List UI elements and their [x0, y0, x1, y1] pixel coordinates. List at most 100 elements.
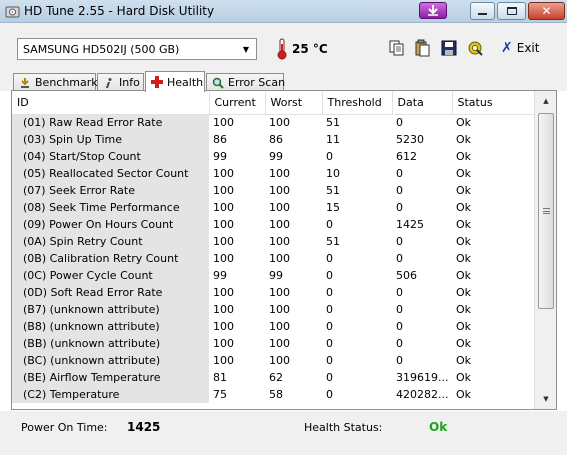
health-cross-icon — [151, 76, 163, 88]
table-row[interactable]: (BB) (unknown attribute) 100 100 0 0 Ok — [12, 335, 534, 352]
table-cell: 15 — [326, 201, 340, 214]
table-cell: 100 — [213, 252, 234, 265]
table-row[interactable]: (0B) Calibration Retry Count 100 100 0 0 Ok — [12, 250, 534, 267]
table-cell: 100 — [213, 320, 234, 333]
column-header[interactable]: Worst — [265, 91, 323, 115]
table-row[interactable]: (04) Start/Stop Count 99 99 0 612 Ok — [12, 148, 534, 165]
table-row[interactable]: (0D) Soft Read Error Rate 100 100 0 0 Ok — [12, 284, 534, 301]
table-cell: 0 — [396, 354, 403, 367]
table-row[interactable]: (09) Power On Hours Count 100 100 0 1425 Ok — [12, 216, 534, 233]
table-cell: 0 — [396, 286, 403, 299]
table-cell: 100 — [269, 116, 290, 130]
tab-health[interactable]: Health — [145, 71, 205, 92]
column-header[interactable]: Status — [452, 91, 534, 115]
table-cell: Ok — [456, 133, 472, 146]
table-cell: Ok — [456, 354, 472, 367]
table-cell: 86 — [213, 133, 227, 146]
table-row[interactable]: (0C) Power Cycle Count 99 99 0 506 Ok — [12, 267, 534, 284]
table-cell: 100 — [213, 201, 234, 214]
table-cell: 100 — [269, 303, 290, 316]
smart-attributes-table: ID Current Worst Threshold Data Status (… — [12, 91, 534, 403]
power-on-label: Power On Time: — [21, 421, 108, 434]
table-cell: 75 — [213, 388, 227, 401]
table-cell: (0B) Calibration Retry Count — [12, 250, 209, 267]
close-button[interactable]: ✕ — [528, 2, 565, 20]
chevron-down-icon: ▼ — [242, 44, 250, 54]
table-row[interactable]: (03) Spin Up Time 86 86 11 5230 Ok — [12, 131, 534, 148]
table-cell: 0 — [326, 286, 333, 299]
table-cell: 100 — [213, 116, 234, 130]
table-cell: Ok — [456, 167, 472, 180]
vertical-scrollbar[interactable]: ▲ ▼ — [534, 91, 556, 409]
table-cell: 81 — [213, 371, 227, 384]
table-cell: 58 — [269, 388, 283, 401]
health-status-label: Health Status: — [304, 421, 383, 434]
table-cell: 100 — [269, 320, 290, 333]
table-cell: 0 — [396, 337, 403, 350]
scroll-down-arrow-icon[interactable]: ▼ — [538, 391, 554, 407]
table-cell: 0 — [326, 218, 333, 231]
column-header[interactable]: ID — [12, 91, 210, 115]
exit-button[interactable]: ✗ Exit — [501, 37, 551, 59]
column-header[interactable]: Threshold — [322, 91, 393, 115]
drive-select-value: SAMSUNG HD502IJ (500 GB) — [23, 42, 180, 56]
maximize-button[interactable] — [497, 2, 526, 20]
scroll-up-arrow-icon[interactable]: ▲ — [538, 93, 554, 109]
health-panel: ID Current Worst Threshold Data Status (… — [11, 90, 557, 410]
toolbar: SAMSUNG HD502IJ (500 GB) ▼ 25 °C ✗ Exit — [0, 23, 567, 71]
table-cell: 99 — [269, 269, 283, 282]
table-cell: 100 — [269, 252, 290, 265]
table-cell: (BE) Airflow Temperature — [12, 369, 209, 386]
table-row[interactable]: (BC) (unknown attribute) 100 100 0 0 Ok — [12, 352, 534, 369]
scrollbar-thumb[interactable] — [538, 113, 554, 309]
table-row[interactable]: (07) Seek Error Rate 100 100 51 0 Ok — [12, 182, 534, 199]
copy-icon[interactable] — [386, 37, 408, 59]
table-cell: 51 — [326, 116, 340, 130]
table-cell: 100 — [269, 337, 290, 350]
table-cell: Ok — [456, 337, 472, 350]
table-row[interactable]: (C2) Temperature 75 58 0 420282... Ok — [12, 386, 534, 403]
minimize-icon — [478, 13, 487, 15]
table-cell: 100 — [269, 286, 290, 299]
table-row[interactable]: (B7) (unknown attribute) 100 100 0 0 Ok — [12, 301, 534, 318]
table-cell: 0 — [396, 252, 403, 265]
thermometer-icon — [276, 38, 288, 60]
table-cell: 0 — [326, 388, 333, 401]
download-icon[interactable] — [419, 2, 447, 19]
table-cell: 51 — [326, 235, 340, 248]
paste-icon[interactable] — [412, 37, 434, 59]
table-cell: Ok — [456, 235, 472, 248]
save-icon[interactable] — [438, 37, 460, 59]
table-cell: Ok — [456, 218, 472, 231]
table-cell: 0 — [326, 150, 333, 163]
exit-label: Exit — [516, 41, 540, 55]
table-header-row: ID Current Worst Threshold Data Status — [12, 91, 534, 115]
minimize-button[interactable] — [470, 2, 495, 20]
table-cell: 86 — [269, 133, 283, 146]
drive-select[interactable]: SAMSUNG HD502IJ (500 GB) ▼ — [17, 38, 257, 60]
tab-error-scan[interactable]: Error Scan — [206, 73, 285, 91]
maximize-icon — [506, 7, 517, 15]
table-cell: 100 — [269, 235, 290, 248]
table-cell: Ok — [456, 269, 472, 282]
tab-info[interactable]: Info — [97, 73, 144, 91]
table-cell: 100 — [213, 218, 234, 231]
table-row[interactable]: (BE) Airflow Temperature 81 62 0 319619... Ok — [12, 369, 534, 386]
table-cell: 0 — [326, 269, 333, 282]
table-row[interactable]: (08) Seek Time Performance 100 100 15 0 Ok — [12, 199, 534, 216]
table-row[interactable]: (0A) Spin Retry Count 100 100 51 0 Ok — [12, 233, 534, 250]
exit-icon: ✗ — [501, 40, 513, 56]
column-header[interactable]: Current — [209, 91, 266, 115]
table-cell: (B8) (unknown attribute) — [12, 318, 209, 335]
column-header[interactable]: Data — [392, 91, 453, 115]
table-row[interactable]: (B8) (unknown attribute) 100 100 0 0 Ok — [12, 318, 534, 335]
tab-benchmark[interactable]: Benchmark — [13, 73, 98, 91]
options-icon[interactable] — [464, 37, 486, 59]
table-row[interactable]: (01) Raw Read Error Rate 100 100 51 0 Ok — [12, 114, 534, 131]
table-cell: Ok — [456, 252, 472, 265]
table-cell: 99 — [269, 150, 283, 163]
table-cell: 99 — [213, 269, 227, 282]
table-row[interactable]: (05) Reallocated Sector Count 100 100 10 0 Ok — [12, 165, 534, 182]
table-cell: Ok — [456, 320, 472, 333]
table-cell: 0 — [326, 371, 333, 384]
